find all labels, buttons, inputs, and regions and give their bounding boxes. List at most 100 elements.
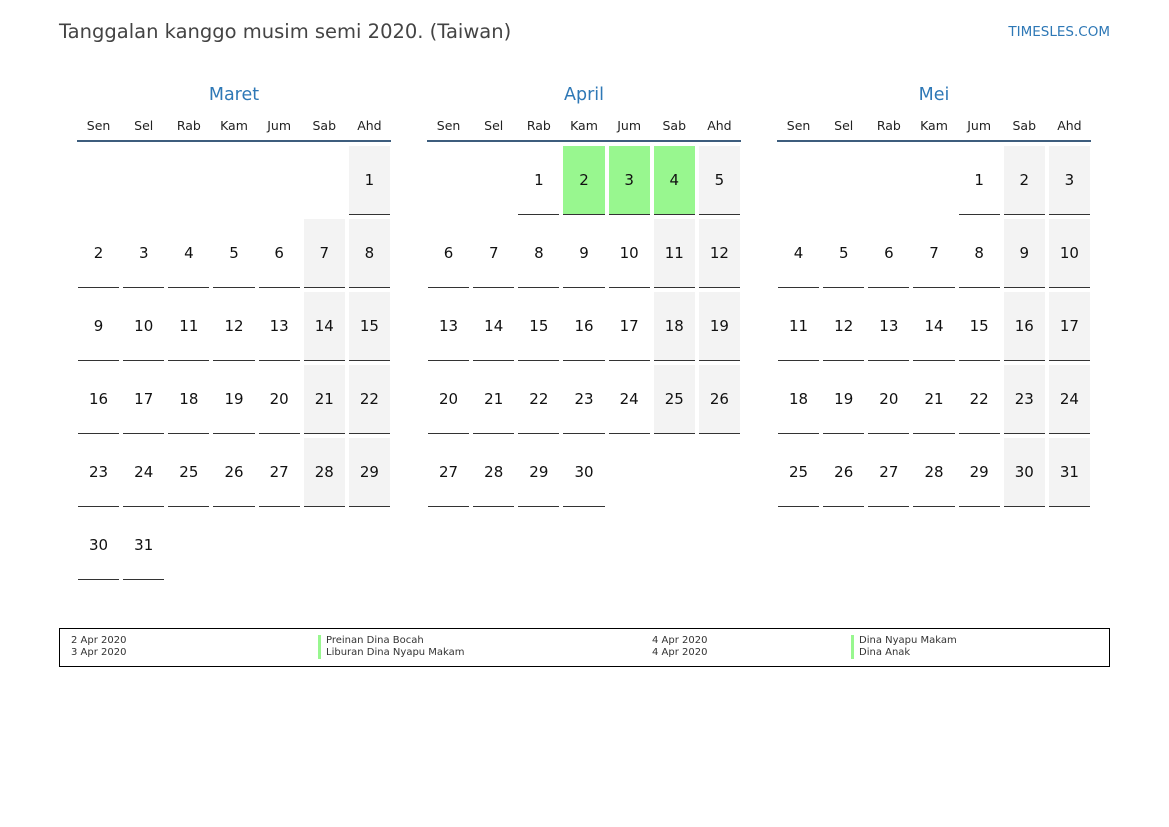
day-cell: 22 [958, 365, 1000, 434]
month-name: April [564, 85, 604, 105]
weekday-label: Sel [134, 118, 154, 133]
day-grid: 1 2 3 4 5 6 7 8 9 10 11 12 13 14 15 16 17 18 19 20 21 22 23 24 2… [427, 146, 741, 511]
day-cell: 19 [213, 365, 255, 434]
week-row: 25 26 27 28 29 30 31 [777, 438, 1091, 511]
day-cell: 25 [653, 365, 695, 434]
brand-link[interactable]: TIMESLES.COM [1008, 24, 1110, 40]
day-cell: 23 [1003, 365, 1045, 434]
week-row: 6 7 8 9 10 11 12 [427, 219, 741, 292]
empty-day-cell [168, 146, 209, 215]
month-mei: Mei Sen Sel Rab Kam Jum Sab Ahd 1 2 3 4 5 6 7 8 9 10 11 12 1… [777, 82, 1091, 511]
day-cell: 3 [1048, 146, 1090, 215]
day-cell: 7 [473, 219, 515, 288]
empty-day-cell [473, 146, 514, 215]
weekday-label: Kam [570, 118, 598, 133]
day-cell: 30 [78, 511, 120, 580]
day-cell: 31 [123, 511, 165, 580]
month-name: Mei [918, 85, 950, 105]
day-cell: 11 [778, 292, 820, 361]
day-cell: 28 [303, 438, 345, 507]
day-cell: 2 [78, 219, 120, 288]
empty-day-cell [609, 438, 650, 507]
week-row: 13 14 15 16 17 18 19 [427, 292, 741, 365]
week-row: 4 5 6 7 8 9 10 [777, 219, 1091, 292]
empty-day-cell [778, 146, 819, 215]
legend-holiday-name: Dina Anak [851, 647, 957, 659]
legend-date: 3 Apr 2020 [71, 647, 127, 658]
day-cell: 29 [958, 438, 1000, 507]
empty-day-cell [304, 511, 345, 580]
empty-day-cell [823, 146, 864, 215]
legend-names-right: Dina Nyapu Makam Dina Anak [851, 635, 957, 659]
day-cell: 23 [78, 438, 120, 507]
day-cell: 10 [123, 292, 165, 361]
legend-holiday-name: Dina Nyapu Makam [851, 635, 957, 647]
day-grid: 1 2 3 4 5 6 7 8 9 10 11 12 13 14 15 16 17 18 19 20 21 22 23 24 2… [777, 146, 1091, 511]
day-cell: 5 [823, 219, 865, 288]
day-cell: 6 [258, 219, 300, 288]
legend-date: 2 Apr 2020 [71, 635, 127, 646]
day-cell: 22 [348, 365, 390, 434]
day-cell: 6 [868, 219, 910, 288]
day-cell: 21 [913, 365, 955, 434]
day-cell: 6 [428, 219, 470, 288]
day-cell: 16 [563, 292, 605, 361]
day-cell: 18 [168, 365, 210, 434]
week-row: 27 28 29 30 [427, 438, 741, 511]
day-cell: 11 [168, 292, 210, 361]
weekday-label: Sel [484, 118, 504, 133]
holiday-day-cell: 4 [653, 146, 695, 215]
weekday-label: Ahd [707, 118, 732, 133]
empty-day-cell [259, 511, 300, 580]
weekday-label: Jum [967, 118, 992, 133]
day-cell: 25 [168, 438, 210, 507]
holiday-day-cell: 3 [608, 146, 650, 215]
day-cell: 11 [653, 219, 695, 288]
month-april: April Sen Sel Rab Kam Jum Sab Ahd 1 2 3 4 5 6 7 8 9 10 11 1… [427, 82, 741, 511]
day-cell: 9 [1003, 219, 1045, 288]
weekday-label: Sab [312, 118, 337, 133]
day-cell: 30 [1003, 438, 1045, 507]
holiday-day-cell: 2 [563, 146, 605, 215]
day-cell: 20 [428, 365, 470, 434]
day-cell: 5 [213, 219, 255, 288]
day-cell: 9 [78, 292, 120, 361]
week-row: 2345678 [77, 219, 391, 292]
empty-day-cell [168, 511, 209, 580]
day-cell: 27 [428, 438, 470, 507]
empty-day-cell [123, 146, 164, 215]
day-cell: 24 [123, 438, 165, 507]
legend-holiday-name: Preinan Dina Bocah [318, 635, 465, 647]
week-row: 16 17 18 19 20 21 22 [77, 365, 391, 438]
weekday-header: Sen Sel Rab Kam Jum Sab Ahd [777, 108, 1091, 142]
week-row: 18 19 20 21 22 23 24 [777, 365, 1091, 438]
day-cell: 2 [1003, 146, 1045, 215]
legend-names-left: Preinan Dina Bocah Liburan Dina Nyapu Ma… [318, 635, 465, 659]
weekday-label: Ahd [357, 118, 382, 133]
day-cell: 27 [868, 438, 910, 507]
day-cell: 28 [913, 438, 955, 507]
day-cell: 14 [913, 292, 955, 361]
day-cell: 30 [563, 438, 605, 507]
week-row: 12345 [427, 146, 741, 219]
week-row: 1 [77, 146, 391, 219]
day-cell: 12 [698, 219, 740, 288]
day-grid: 1 2 3 4 5 6 7 8 9 10 11 12 13 14 15 16 17 18 19 20 21 22 23 24 2… [77, 146, 391, 584]
day-cell: 20 [258, 365, 300, 434]
day-cell: 21 [473, 365, 515, 434]
day-cell: 14 [473, 292, 515, 361]
day-cell: 19 [823, 365, 865, 434]
legend-dates-right: 4 Apr 2020 4 Apr 2020 [652, 635, 707, 659]
day-cell: 8 [348, 219, 390, 288]
day-cell: 17 [123, 365, 165, 434]
day-cell: 18 [778, 365, 820, 434]
week-row: 30 31 [77, 511, 391, 584]
day-cell: 14 [303, 292, 345, 361]
empty-day-cell [78, 146, 119, 215]
empty-day-cell [654, 438, 695, 507]
day-cell: 1 [518, 146, 560, 215]
day-cell: 28 [473, 438, 515, 507]
legend-holiday-name: Liburan Dina Nyapu Makam [318, 647, 465, 659]
day-cell: 27 [258, 438, 300, 507]
day-cell: 29 [518, 438, 560, 507]
